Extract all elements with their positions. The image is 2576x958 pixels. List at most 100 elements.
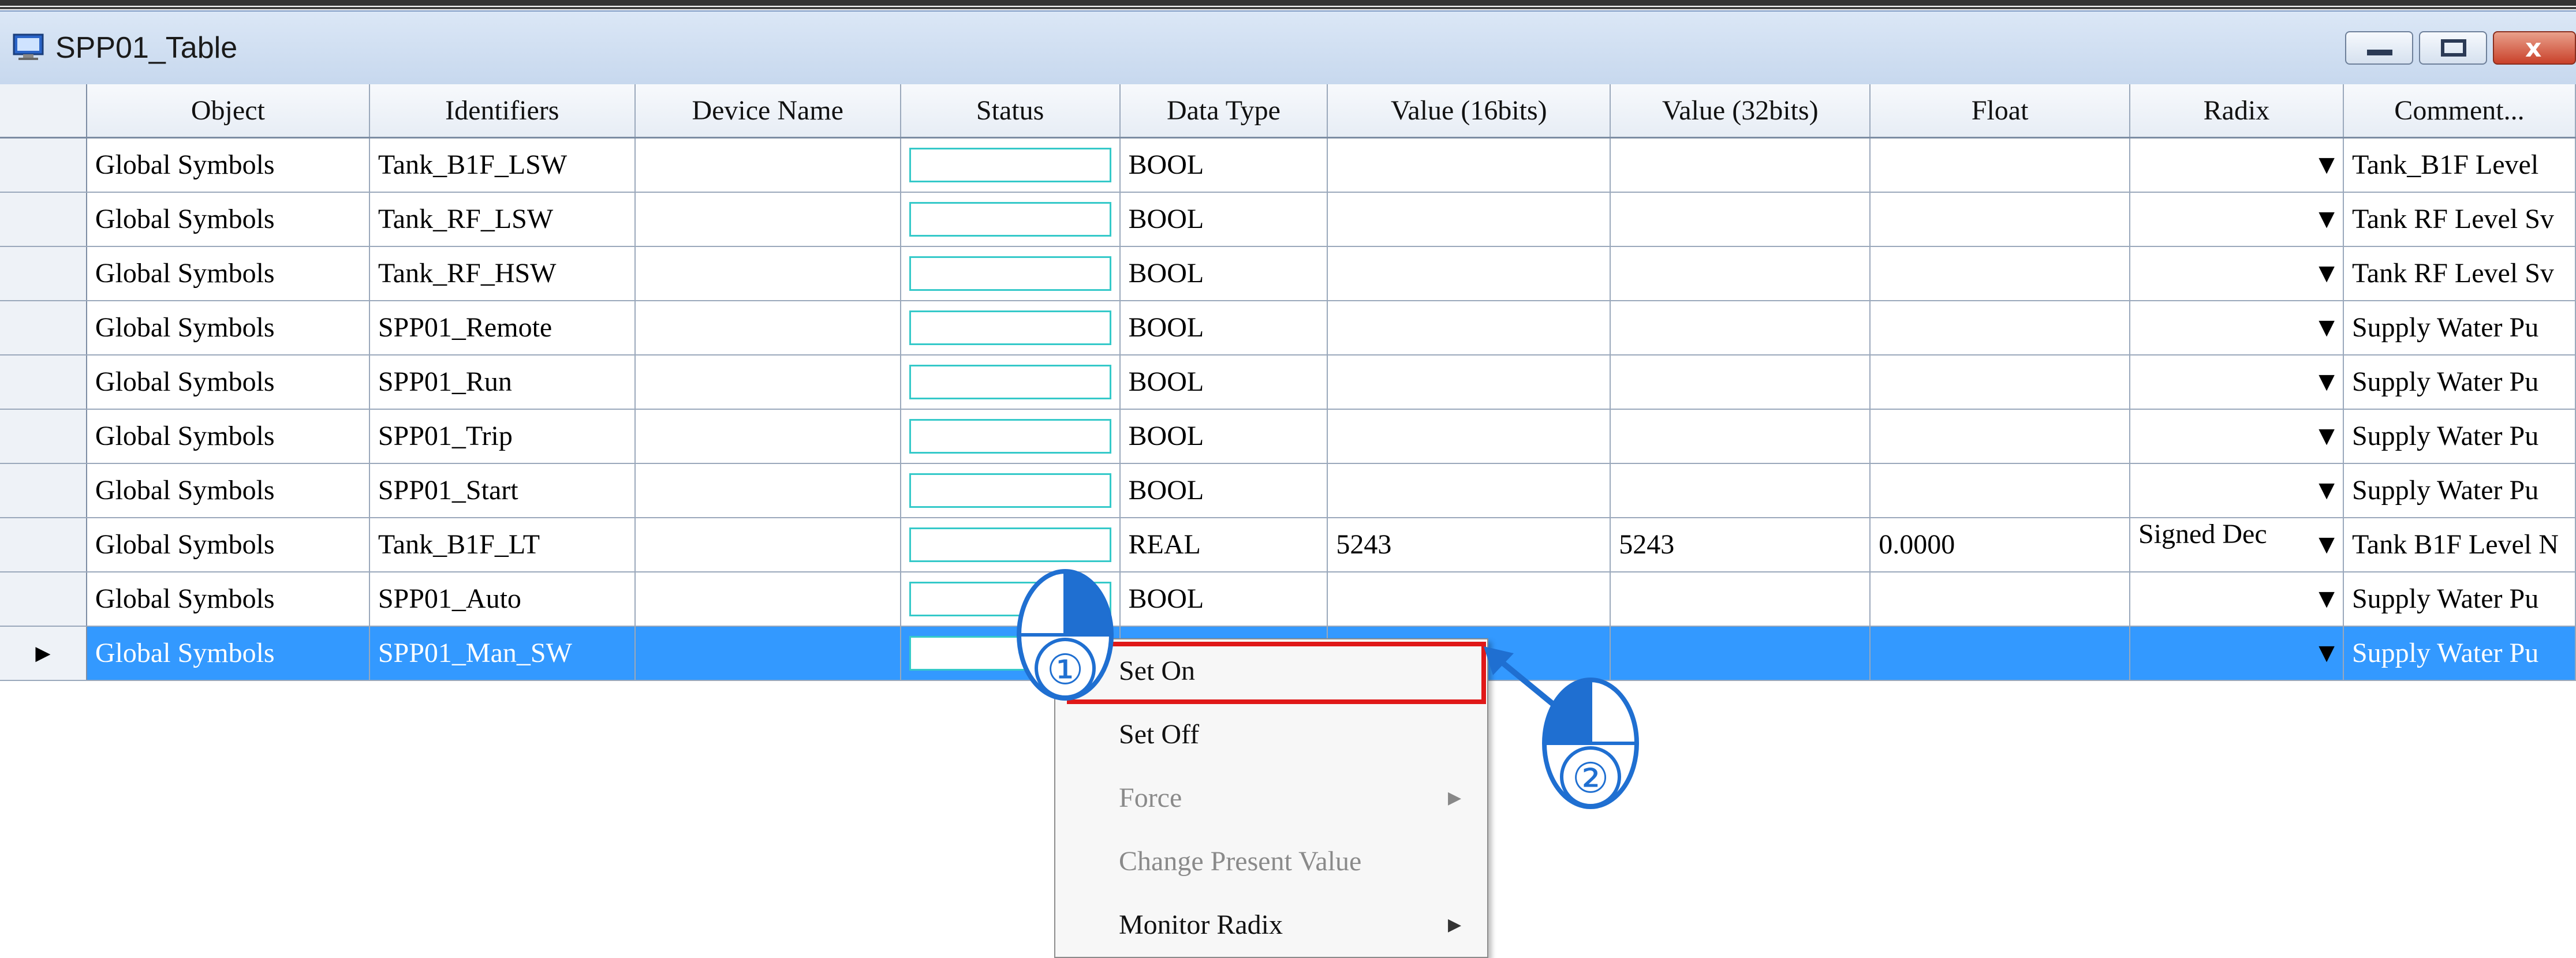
dropdown-arrow-icon[interactable]: ▼ [2319, 193, 2335, 245]
cell-data-type[interactable]: REAL [1119, 517, 1328, 572]
row-header[interactable] [0, 192, 87, 247]
cell-float[interactable] [1870, 626, 2131, 681]
table-row[interactable]: Global Symbols Tank_RF_HSW BOOL ▼ Tank RF Le… [0, 246, 2576, 301]
row-header[interactable] [0, 300, 87, 355]
cell-value-32bits[interactable] [1610, 626, 1871, 681]
cell-object[interactable]: Global Symbols [86, 246, 370, 301]
cell-data-type[interactable]: BOOL [1119, 300, 1328, 355]
cell-device-name[interactable] [634, 137, 901, 193]
dropdown-arrow-icon[interactable]: ▼ [2319, 627, 2335, 679]
cell-comment[interactable]: Tank RF Level Sv [2343, 246, 2576, 301]
table-row[interactable]: Global Symbols SPP01_Trip BOOL ▼ Supply Wate… [0, 409, 2576, 464]
cell-status[interactable] [900, 517, 1121, 572]
cell-status[interactable] [900, 192, 1121, 247]
column-header-value-16bits[interactable]: Value (16bits) [1327, 84, 1611, 139]
cell-radix[interactable]: ▼ [2130, 354, 2344, 410]
cell-radix[interactable]: ▼ [2130, 137, 2344, 193]
cell-device-name[interactable] [634, 192, 901, 247]
menu-item-set-off[interactable]: Set Off [1055, 703, 1485, 766]
cell-value-32bits[interactable] [1610, 300, 1871, 355]
cell-value-32bits[interactable] [1610, 354, 1871, 410]
cell-value-32bits[interactable] [1610, 137, 1871, 193]
maximize-button[interactable] [2419, 31, 2487, 65]
cell-identifier[interactable]: SPP01_Start [369, 463, 636, 518]
row-header[interactable] [0, 463, 87, 518]
cell-device-name[interactable] [634, 354, 901, 410]
row-header[interactable] [0, 137, 87, 193]
column-header-float[interactable]: Float [1870, 84, 2131, 139]
row-header[interactable] [0, 246, 87, 301]
cell-radix[interactable]: ▼ [2130, 571, 2344, 627]
cell-identifier[interactable]: Tank_RF_HSW [369, 246, 636, 301]
dropdown-arrow-icon[interactable]: ▼ [2319, 139, 2335, 191]
cell-object[interactable]: Global Symbols [86, 517, 370, 572]
column-header-value-32bits[interactable]: Value (32bits) [1610, 84, 1871, 139]
cell-identifier[interactable]: Tank_RF_LSW [369, 192, 636, 247]
cell-identifier[interactable]: Tank_B1F_LT [369, 517, 636, 572]
cell-value-16bits[interactable]: 5243 [1327, 517, 1611, 572]
dropdown-arrow-icon[interactable]: ▼ [2319, 301, 2335, 354]
cell-float[interactable] [1870, 354, 2131, 410]
cell-comment[interactable]: Supply Water Pu [2343, 300, 2576, 355]
cell-data-type[interactable]: BOOL [1119, 246, 1328, 301]
minimize-button[interactable] [2345, 31, 2413, 65]
cell-data-type[interactable]: BOOL [1119, 571, 1328, 627]
cell-object[interactable]: Global Symbols [86, 409, 370, 464]
cell-identifier[interactable]: SPP01_Run [369, 354, 636, 410]
cell-value-16bits[interactable] [1327, 409, 1611, 464]
row-header[interactable] [0, 571, 87, 627]
dropdown-arrow-icon[interactable]: ▼ [2319, 518, 2335, 571]
column-header-identifiers[interactable]: Identifiers [369, 84, 636, 139]
cell-float[interactable] [1870, 192, 2131, 247]
cell-value-32bits[interactable] [1610, 246, 1871, 301]
cell-data-type[interactable]: BOOL [1119, 137, 1328, 193]
cell-object[interactable]: Global Symbols [86, 463, 370, 518]
cell-device-name[interactable] [634, 626, 901, 681]
table-row[interactable]: Global Symbols SPP01_Start BOOL ▼ Supply Wat… [0, 463, 2576, 518]
cell-comment[interactable]: Tank_B1F Level [2343, 137, 2576, 193]
cell-float[interactable] [1870, 300, 2131, 355]
dropdown-arrow-icon[interactable]: ▼ [2319, 247, 2335, 300]
cell-value-16bits[interactable] [1327, 137, 1611, 193]
cell-float[interactable] [1870, 409, 2131, 464]
cell-value-16bits[interactable] [1327, 246, 1611, 301]
table-row[interactable]: Global Symbols SPP01_Run BOOL ▼ Supply Water… [0, 354, 2576, 410]
cell-value-32bits[interactable] [1610, 571, 1871, 627]
dropdown-arrow-icon[interactable]: ▼ [2319, 355, 2335, 408]
close-button[interactable]: x [2493, 31, 2576, 65]
cell-comment[interactable]: Supply Water Pu [2343, 354, 2576, 410]
column-header-comment[interactable]: Comment... [2343, 84, 2576, 139]
table-row[interactable]: Global Symbols Tank_B1F_LSW BOOL ▼ Tank_B1F … [0, 137, 2576, 193]
cell-status[interactable] [900, 354, 1121, 410]
cell-float[interactable] [1870, 246, 2131, 301]
cell-data-type[interactable]: BOOL [1119, 192, 1328, 247]
cell-device-name[interactable] [634, 571, 901, 627]
cell-comment[interactable]: Supply Water Pu [2343, 571, 2576, 627]
cell-data-type[interactable]: BOOL [1119, 409, 1328, 464]
column-header-radix[interactable]: Radix [2130, 84, 2344, 139]
table-row[interactable]: Global Symbols SPP01_Auto BOOL ▼ Supply Wate… [0, 571, 2576, 627]
cell-value-16bits[interactable] [1327, 300, 1611, 355]
table-row[interactable]: Global Symbols Tank_RF_LSW BOOL ▼ Tank RF Le… [0, 192, 2576, 247]
cell-object[interactable]: Global Symbols [86, 626, 370, 681]
cell-identifier[interactable]: SPP01_Trip [369, 409, 636, 464]
cell-object[interactable]: Global Symbols [86, 137, 370, 193]
cell-value-16bits[interactable] [1327, 192, 1611, 247]
cell-identifier[interactable]: SPP01_Remote [369, 300, 636, 355]
cell-comment[interactable]: Tank RF Level Sv [2343, 192, 2576, 247]
cell-float[interactable] [1870, 137, 2131, 193]
cell-value-16bits[interactable] [1327, 571, 1611, 627]
cell-comment[interactable]: Supply Water Pu [2343, 463, 2576, 518]
cell-device-name[interactable] [634, 463, 901, 518]
cell-radix[interactable]: ▼ [2130, 300, 2344, 355]
cell-value-32bits[interactable]: 5243 [1610, 517, 1871, 572]
cell-radix[interactable]: ▼ [2130, 626, 2344, 681]
dropdown-arrow-icon[interactable]: ▼ [2319, 572, 2335, 625]
column-header-object[interactable]: Object [86, 84, 370, 139]
cell-value-32bits[interactable] [1610, 463, 1871, 518]
cell-identifier[interactable]: Tank_B1F_LSW [369, 137, 636, 193]
cell-radix[interactable]: ▼ [2130, 246, 2344, 301]
table-row[interactable]: Global Symbols SPP01_Remote BOOL ▼ Supply Wa… [0, 300, 2576, 355]
cell-status[interactable] [900, 300, 1121, 355]
cell-radix[interactable]: ▼ [2130, 463, 2344, 518]
